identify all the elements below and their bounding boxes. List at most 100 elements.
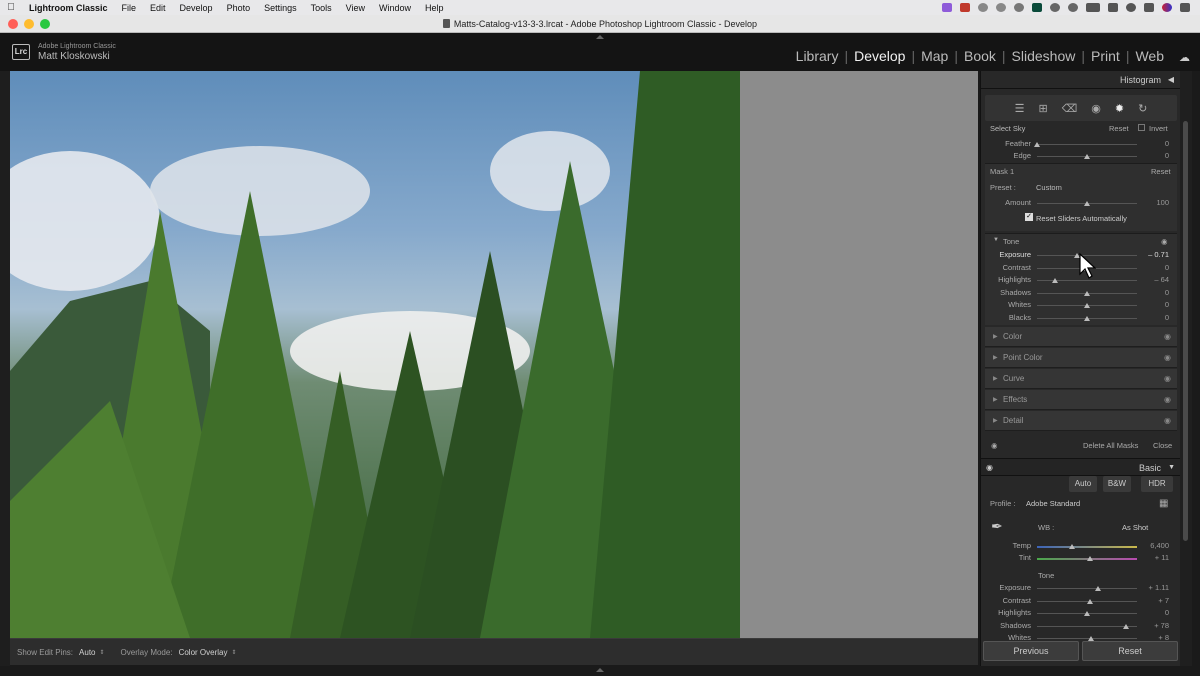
wifi-icon[interactable] bbox=[1108, 3, 1118, 12]
scrollbar-thumb[interactable] bbox=[1183, 121, 1188, 541]
menu-settings[interactable]: Settings bbox=[264, 3, 297, 13]
section-curve[interactable]: ▶ Curve ◉ bbox=[985, 369, 1177, 389]
close-masking-button[interactable]: Close bbox=[1153, 441, 1172, 450]
masking-icon[interactable]: ✹ bbox=[1115, 102, 1124, 115]
minimize-window-icon[interactable] bbox=[24, 19, 34, 29]
filmstrip-toggle-icon[interactable] bbox=[596, 668, 604, 672]
contrast-slider-knob[interactable] bbox=[1087, 598, 1093, 604]
temp-slider-track[interactable] bbox=[1037, 546, 1137, 548]
highlights-value[interactable]: – 64 bbox=[1139, 275, 1169, 284]
play-icon[interactable] bbox=[1068, 3, 1078, 12]
reset-sliders-checkbox[interactable]: ✓ bbox=[1025, 213, 1033, 221]
healing-eraser-icon[interactable]: ⌫ bbox=[1062, 102, 1078, 115]
reset-button[interactable]: Reset bbox=[1082, 641, 1178, 661]
app-status-icon[interactable] bbox=[1032, 3, 1042, 12]
section-detail[interactable]: ▶ Detail ◉ bbox=[985, 411, 1177, 431]
cloud-sync-icon[interactable]: ☁ bbox=[1179, 51, 1190, 64]
eye-icon[interactable]: ◉ bbox=[1164, 369, 1171, 389]
collapse-triangle-icon[interactable]: ◀ bbox=[1168, 71, 1174, 89]
forest-photo[interactable] bbox=[10, 71, 740, 638]
blacks-slider-knob[interactable] bbox=[1084, 316, 1090, 321]
close-window-icon[interactable] bbox=[8, 19, 18, 29]
shadows-value[interactable]: 0 bbox=[1139, 288, 1169, 297]
exposure-slider-track[interactable] bbox=[1037, 588, 1137, 589]
wb-select[interactable]: As Shot bbox=[1122, 523, 1148, 532]
panel-eye-icon[interactable]: ◉ bbox=[986, 459, 993, 477]
contrast-value[interactable]: 0 bbox=[1139, 263, 1169, 272]
module-print[interactable]: Print bbox=[1085, 48, 1126, 64]
shadows-slider-track[interactable] bbox=[1037, 625, 1137, 627]
menu-window[interactable]: Window bbox=[379, 3, 411, 13]
shadows-slider-knob[interactable] bbox=[1084, 290, 1090, 296]
whites-slider-knob[interactable] bbox=[1084, 303, 1090, 309]
top-panel-toggle-icon[interactable] bbox=[596, 35, 604, 39]
exposure-value[interactable]: – 0.71 bbox=[1139, 250, 1169, 259]
menu-photo[interactable]: Photo bbox=[227, 3, 251, 13]
notification-icon[interactable] bbox=[1180, 3, 1190, 12]
tint-value[interactable]: + 11 bbox=[1139, 553, 1169, 562]
time-machine-icon[interactable] bbox=[1050, 3, 1060, 12]
zoom-window-icon[interactable] bbox=[40, 19, 50, 29]
settings-gear-icon[interactable] bbox=[996, 3, 1006, 12]
tint-slider-knob[interactable] bbox=[1087, 556, 1093, 561]
profile-select[interactable]: Adobe Standard bbox=[1026, 499, 1080, 508]
preset-select[interactable]: Custom bbox=[1036, 183, 1062, 192]
whites-slider-track[interactable] bbox=[1037, 638, 1137, 640]
select-sky-reset[interactable]: Reset bbox=[1109, 124, 1129, 133]
auto-button[interactable]: Auto bbox=[1069, 476, 1097, 492]
control-center-icon[interactable] bbox=[1144, 3, 1154, 12]
hdr-button[interactable]: HDR bbox=[1141, 476, 1173, 492]
battery-icon[interactable] bbox=[1086, 3, 1100, 12]
menu-app[interactable]: Lightroom Classic bbox=[29, 3, 108, 13]
eye-icon[interactable]: ◉ bbox=[1164, 348, 1171, 368]
shadows-value[interactable]: + 78 bbox=[1139, 621, 1169, 630]
contrast-value[interactable]: + 7 bbox=[1139, 596, 1169, 605]
section-point-color[interactable]: ▶ Point Color ◉ bbox=[985, 348, 1177, 368]
menu-file[interactable]: File bbox=[122, 3, 137, 13]
module-web[interactable]: Web bbox=[1129, 48, 1170, 64]
feather-slider-track[interactable] bbox=[1037, 144, 1137, 145]
red-eye-icon[interactable]: ◉ bbox=[1091, 102, 1101, 115]
siri-icon[interactable] bbox=[1162, 3, 1172, 12]
screen-share-icon[interactable] bbox=[942, 3, 952, 12]
section-color[interactable]: ▶ Color ◉ bbox=[985, 327, 1177, 347]
highlights-value[interactable]: 0 bbox=[1139, 608, 1169, 617]
module-slideshow[interactable]: Slideshow bbox=[1006, 48, 1082, 64]
module-book[interactable]: Book bbox=[958, 48, 1002, 64]
right-panel-gutter[interactable] bbox=[1192, 71, 1200, 666]
collapse-triangle-icon[interactable]: ▼ bbox=[1168, 459, 1175, 477]
eye-icon[interactable]: ◉ bbox=[1164, 327, 1171, 347]
menu-develop[interactable]: Develop bbox=[180, 3, 213, 13]
profile-browser-grid-icon[interactable]: ▦ bbox=[1159, 498, 1168, 509]
edge-value[interactable]: 0 bbox=[1139, 151, 1169, 160]
tone-expand-triangle-icon[interactable]: ▼ bbox=[993, 237, 999, 243]
shadows-slider-knob[interactable] bbox=[1123, 623, 1129, 629]
edge-slider-knob[interactable] bbox=[1084, 154, 1090, 159]
whites-value[interactable]: 0 bbox=[1139, 300, 1169, 309]
search-icon[interactable] bbox=[1126, 3, 1136, 12]
module-develop[interactable]: Develop bbox=[848, 48, 911, 64]
left-panel-gutter[interactable] bbox=[0, 71, 10, 666]
eye-icon[interactable]: ◉ bbox=[1164, 411, 1171, 431]
image-canvas[interactable] bbox=[10, 71, 978, 638]
edit-sliders-icon[interactable]: ☰ bbox=[1015, 102, 1025, 115]
apple-icon[interactable]:  bbox=[0, 2, 22, 13]
menu-tools[interactable]: Tools bbox=[311, 3, 332, 13]
feather-value[interactable]: 0 bbox=[1139, 139, 1169, 148]
module-map[interactable]: Map bbox=[915, 48, 954, 64]
tone-eye-icon[interactable]: ◉ bbox=[1161, 237, 1168, 246]
invert-checkbox[interactable] bbox=[1138, 124, 1145, 131]
overlay-mode-select[interactable]: Color Overlay bbox=[179, 648, 228, 657]
panel-scrollbar[interactable] bbox=[1180, 71, 1192, 666]
amount-slider-knob[interactable] bbox=[1084, 201, 1090, 206]
crop-icon[interactable]: ⊞ bbox=[1039, 102, 1048, 115]
module-library[interactable]: Library bbox=[790, 48, 845, 64]
blacks-value[interactable]: 0 bbox=[1139, 313, 1169, 322]
histogram-header[interactable]: Histogram ◀ bbox=[981, 71, 1181, 89]
brightness-icon[interactable] bbox=[978, 3, 988, 12]
menu-help[interactable]: Help bbox=[425, 3, 444, 13]
delete-all-masks-button[interactable]: Delete All Masks bbox=[1083, 441, 1138, 450]
menu-view[interactable]: View bbox=[346, 3, 365, 13]
amount-value[interactable]: 100 bbox=[1139, 198, 1169, 207]
feather-slider-knob[interactable] bbox=[1034, 142, 1040, 147]
